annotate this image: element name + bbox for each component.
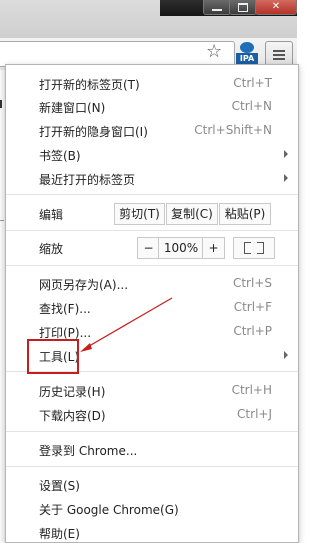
menu-item-shortcut: Ctrl+Shift+N — [194, 123, 272, 137]
menu-item-history[interactable]: 历史记录(H) Ctrl+H — [6, 379, 298, 401]
menu-item-shortcut: Ctrl+F — [233, 300, 272, 314]
menu-item-label: 网页另存为(A)... — [39, 278, 129, 292]
edit-label: 编辑 — [39, 208, 64, 222]
menu-item-label: 最近打开的标签页 — [39, 173, 136, 187]
menu-item-shortcut: Ctrl+H — [231, 383, 272, 397]
menu-item-shortcut: Ctrl+P — [233, 324, 272, 338]
menu-item-label: 打开新的隐身窗口(I) — [39, 125, 148, 139]
chevron-right-icon — [284, 351, 288, 359]
menu-item-shortcut: Ctrl+S — [232, 276, 272, 290]
menu-separator — [6, 230, 298, 231]
menu-item-downloads[interactable]: 下载内容(D) Ctrl+J — [6, 403, 298, 425]
chrome-main-menu: 打开新的标签页(T) Ctrl+T 新建窗口(N) Ctrl+N 打开新的隐身窗… — [5, 64, 299, 543]
bookmark-star-icon[interactable]: ☆ — [206, 41, 222, 63]
menu-item-bookmarks[interactable]: 书签(B) — [6, 143, 298, 165]
menu-separator — [6, 265, 298, 266]
zoom-out-button[interactable]: − — [137, 237, 160, 259]
page-text-fragment — [0, 100, 2, 108]
menu-item-shortcut: Ctrl+J — [237, 407, 272, 421]
menu-item-label: 设置(S) — [39, 479, 80, 493]
menu-item-label: 历史记录(H) — [39, 385, 106, 399]
chevron-right-icon — [284, 174, 288, 182]
menu-item-label: 打开新的标签页(T) — [39, 78, 140, 92]
menu-item-find[interactable]: 查找(F)... Ctrl+F — [6, 296, 298, 318]
maximize-button[interactable] — [229, 0, 257, 15]
menu-item-signin[interactable]: 登录到 Chrome... — [6, 438, 298, 460]
menu-item-incognito[interactable]: 打开新的隐身窗口(I) Ctrl+Shift+N — [6, 119, 298, 141]
menu-item-help[interactable]: 帮助(E) — [6, 521, 298, 543]
menu-item-label: 关于 Google Chrome(G) — [39, 503, 179, 517]
menu-item-label: 书签(B) — [39, 149, 81, 163]
menu-item-label: 登录到 Chrome... — [39, 444, 138, 458]
menu-item-shortcut: Ctrl+T — [233, 76, 272, 90]
menu-item-about[interactable]: 关于 Google Chrome(G) — [6, 497, 298, 519]
zoom-level: 100% — [158, 237, 204, 259]
hamburger-icon — [273, 50, 285, 52]
copy-button[interactable]: 复制(C) — [166, 203, 218, 225]
menu-item-label: 帮助(E) — [39, 527, 80, 541]
fullscreen-icon-corner — [257, 248, 264, 254]
menu-item-label: 下载内容(D) — [39, 409, 106, 423]
menu-row-zoom: 缩放 − 100% + — [6, 234, 298, 260]
menu-item-shortcut: Ctrl+N — [231, 99, 272, 113]
menu-item-label: 查找(F)... — [39, 302, 91, 316]
hamburger-icon-line — [273, 54, 285, 56]
ipa-extension-icon[interactable]: IPA — [236, 42, 258, 66]
hamburger-icon-line — [273, 58, 285, 60]
cut-button[interactable]: 剪切(T) — [114, 203, 165, 225]
menu-item-save-page[interactable]: 网页另存为(A)... Ctrl+S — [6, 272, 298, 294]
menu-item-settings[interactable]: 设置(S) — [6, 473, 298, 495]
menu-row-edit: 编辑 剪切(T) 复制(C) 粘贴(P) — [6, 200, 298, 226]
fullscreen-button[interactable] — [233, 237, 275, 259]
paste-button[interactable]: 粘贴(P) — [219, 203, 271, 225]
minimize-button[interactable] — [203, 0, 231, 15]
menu-item-recent-tabs[interactable]: 最近打开的标签页 — [6, 167, 298, 189]
menu-item-label: 新建窗口(N) — [39, 101, 106, 115]
tools-highlight-box — [27, 339, 79, 374]
chevron-right-icon — [284, 150, 288, 158]
menu-separator — [6, 466, 298, 467]
menu-item-new-tab[interactable]: 打开新的标签页(T) Ctrl+T — [6, 72, 298, 94]
zoom-in-button[interactable]: + — [202, 237, 225, 259]
zoom-label: 缩放 — [39, 242, 64, 256]
page-divider-fragment — [0, 220, 4, 221]
close-window-button[interactable] — [255, 0, 297, 15]
fullscreen-icon-corner — [244, 248, 251, 254]
ipa-badge-top — [240, 42, 254, 53]
menu-separator — [6, 431, 298, 432]
menu-item-new-window[interactable]: 新建窗口(N) Ctrl+N — [6, 95, 298, 117]
menu-separator — [6, 194, 298, 195]
